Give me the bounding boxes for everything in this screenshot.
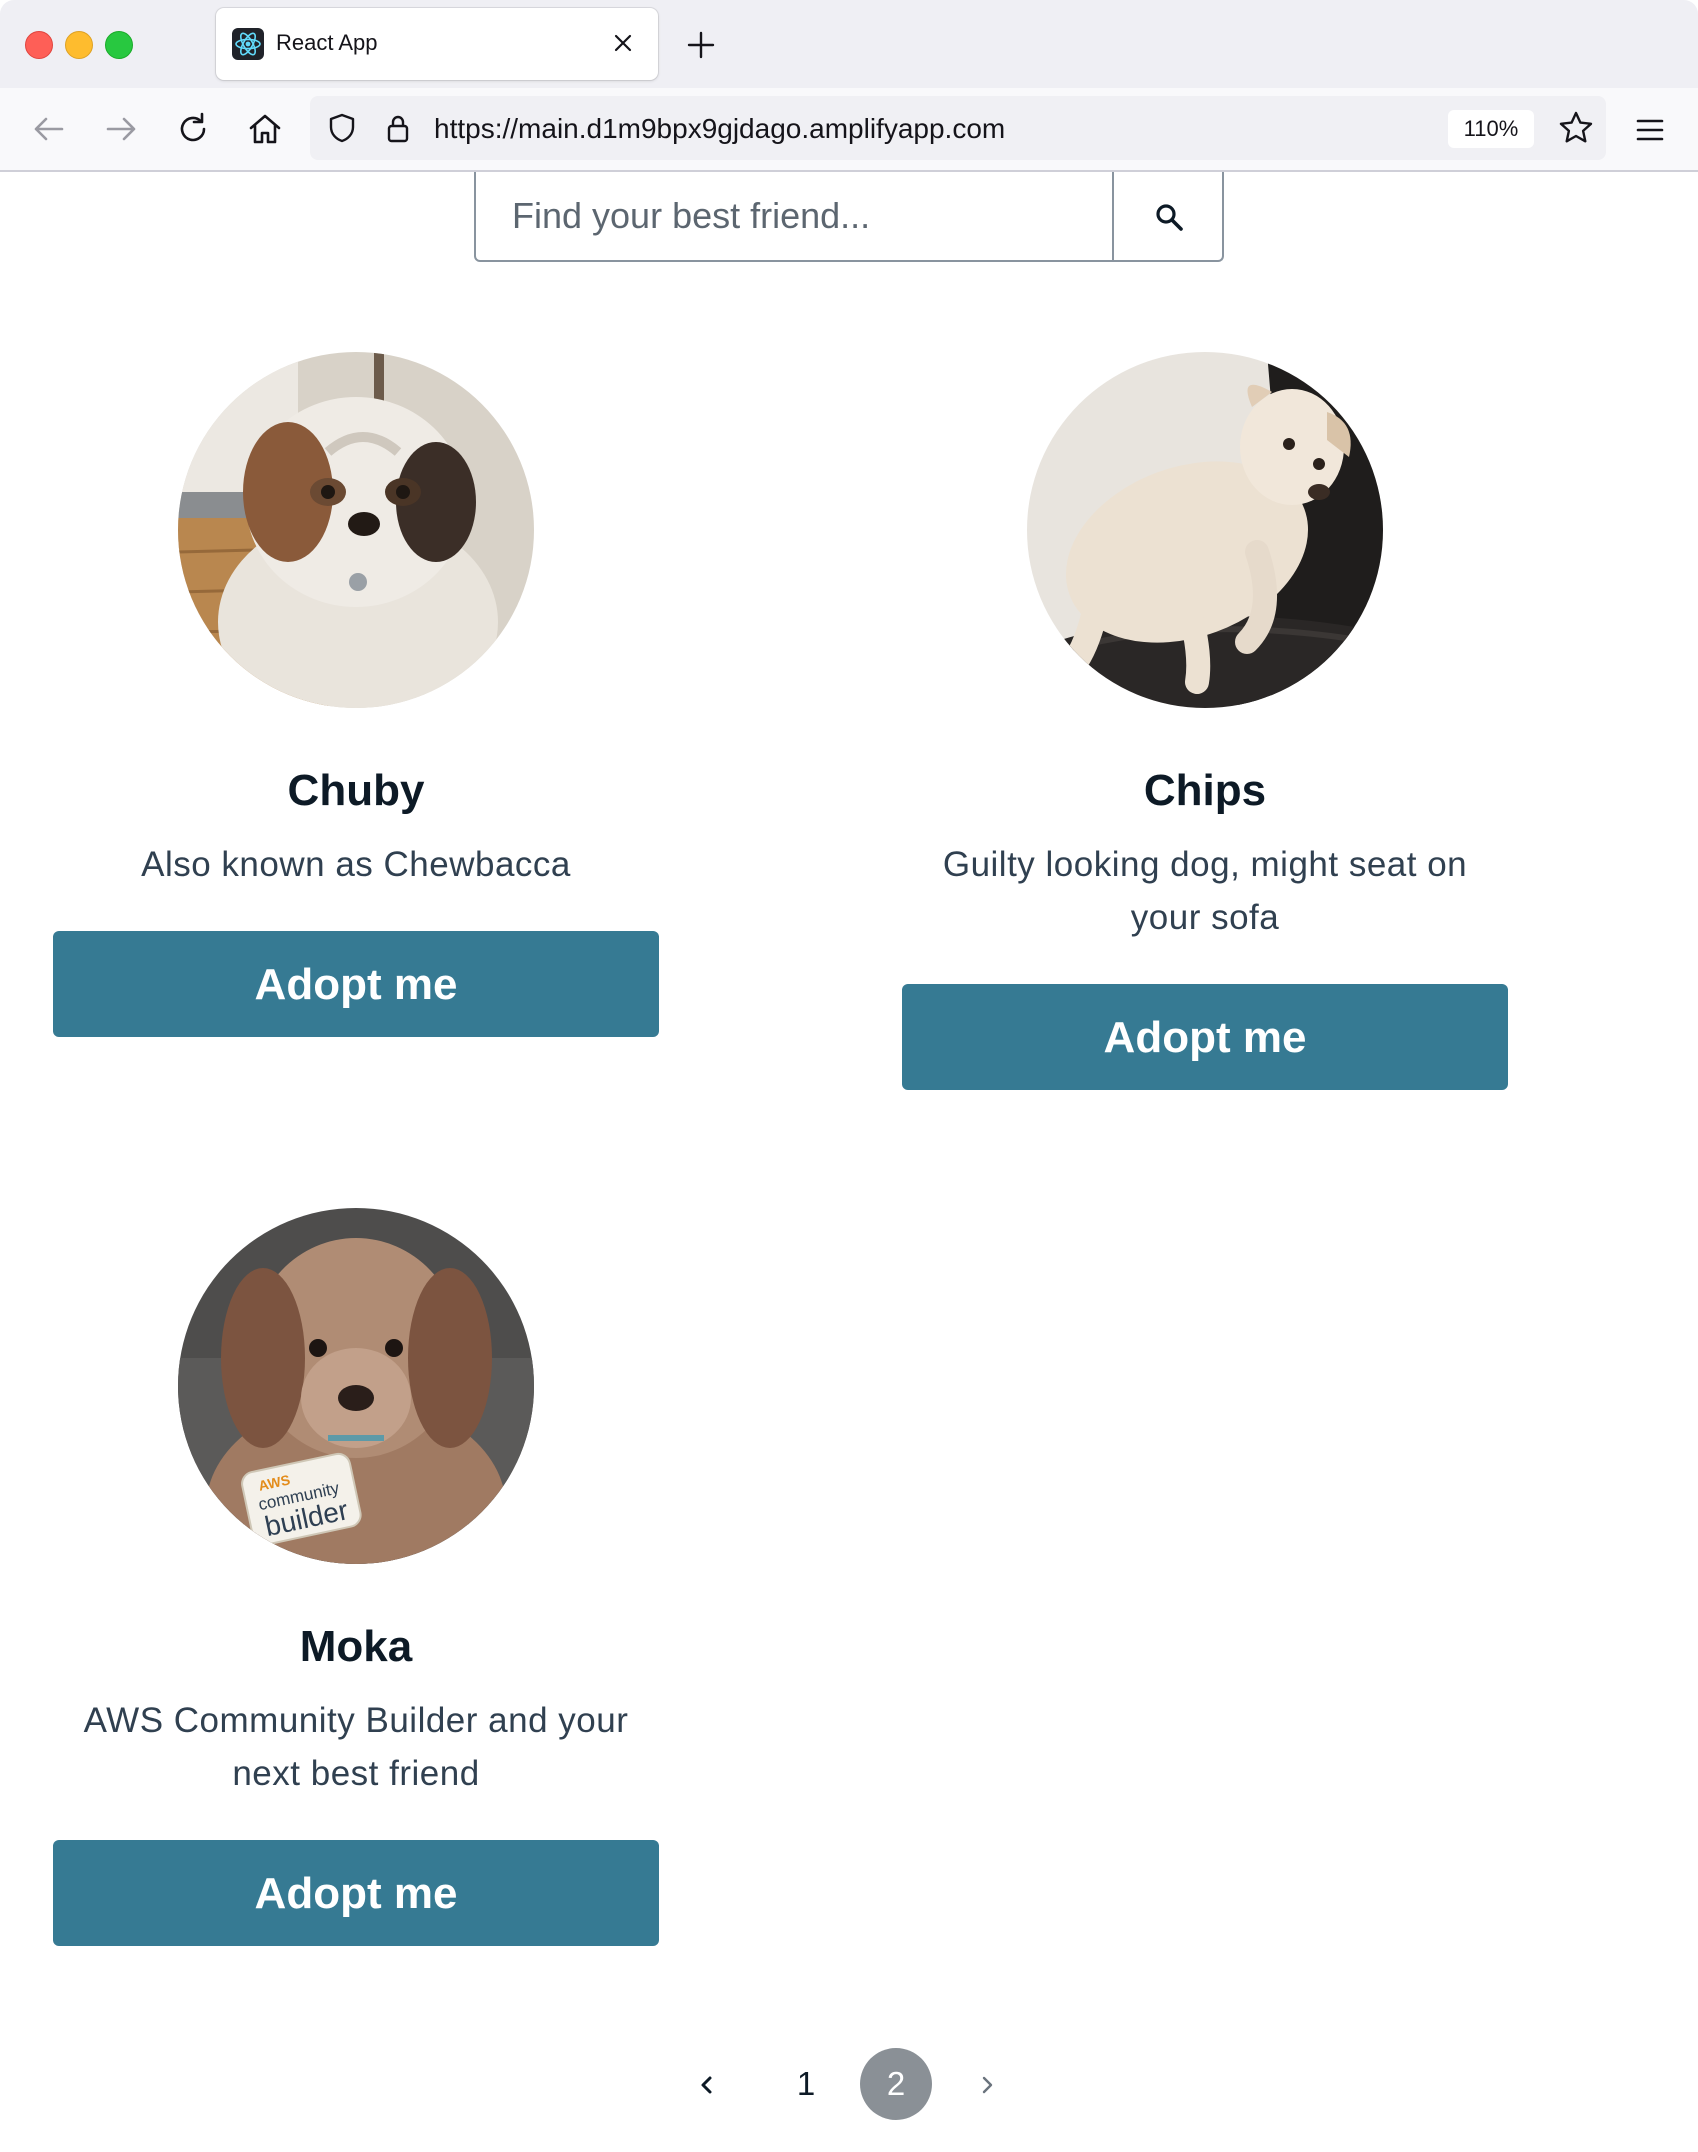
page-content: Chuby Also known as Chewbacca Adopt me — [0, 172, 1698, 2152]
hamburger-menu-icon[interactable] — [1632, 112, 1668, 148]
chevron-left-icon[interactable] — [690, 2068, 724, 2102]
adopt-button[interactable]: Adopt me — [53, 1840, 659, 1946]
lock-icon[interactable] — [382, 112, 414, 144]
page-button-1[interactable]: 1 — [770, 2048, 842, 2120]
pet-card: Chuby Also known as Chewbacca Adopt me — [53, 352, 659, 1037]
react-favicon-icon — [232, 28, 264, 60]
pet-name: Moka — [299, 1622, 413, 1671]
pet-photo-chuby — [178, 352, 534, 708]
shield-icon[interactable] — [326, 112, 358, 144]
window-maximize-button[interactable] — [105, 31, 133, 59]
search-button[interactable] — [1112, 172, 1224, 260]
chevron-right-icon[interactable] — [970, 2068, 1004, 2102]
page-button-2-current[interactable]: 2 — [860, 2048, 932, 2120]
close-icon[interactable] — [610, 30, 636, 56]
pet-description: AWS Community Builder and your next best… — [83, 1701, 629, 1793]
forward-arrow-icon[interactable] — [102, 110, 140, 148]
search-icon — [1156, 204, 1183, 231]
tab-title: React App — [276, 30, 378, 55]
browser-tab-active[interactable]: React App — [216, 8, 658, 80]
url-bar[interactable]: https://main.d1m9bpx9gjdago.amplifyapp.c… — [310, 96, 1606, 160]
browser-window: React App https://main.d1m9bpx9gjdago.am… — [0, 0, 1698, 2152]
back-arrow-icon[interactable] — [30, 110, 68, 148]
window-minimize-button[interactable] — [65, 31, 93, 59]
zoom-level-badge[interactable]: 110% — [1448, 110, 1534, 148]
adopt-button[interactable]: Adopt me — [53, 931, 659, 1037]
pet-photo-chips — [1027, 352, 1383, 708]
pet-card: Chips Guilty looking dog, might seat on … — [902, 352, 1508, 1090]
adopt-button[interactable]: Adopt me — [902, 984, 1508, 1090]
pet-description: Also known as Chewbacca — [141, 845, 571, 884]
window-close-button[interactable] — [25, 31, 53, 59]
search-bar — [474, 172, 1224, 262]
tab-bar: React App — [0, 0, 1698, 88]
search-input[interactable] — [476, 172, 1112, 260]
pet-name: Chips — [1143, 766, 1267, 815]
pet-photo-moka: AWS community builder — [178, 1208, 534, 1564]
pet-name: Chuby — [287, 766, 425, 815]
pagination: 1 2 — [690, 2048, 1010, 2122]
url-text: https://main.d1m9bpx9gjdago.amplifyapp.c… — [434, 113, 1006, 144]
navigation-toolbar: https://main.d1m9bpx9gjdago.amplifyapp.c… — [0, 88, 1698, 172]
plus-icon[interactable] — [686, 30, 716, 60]
pet-card: AWS community builder Moka AWS Community… — [53, 1208, 659, 1946]
star-icon[interactable] — [1558, 110, 1594, 146]
home-icon[interactable] — [246, 110, 284, 148]
reload-icon[interactable] — [174, 110, 212, 148]
pet-description: Guilty looking dog, might seat on your s… — [942, 845, 1468, 937]
